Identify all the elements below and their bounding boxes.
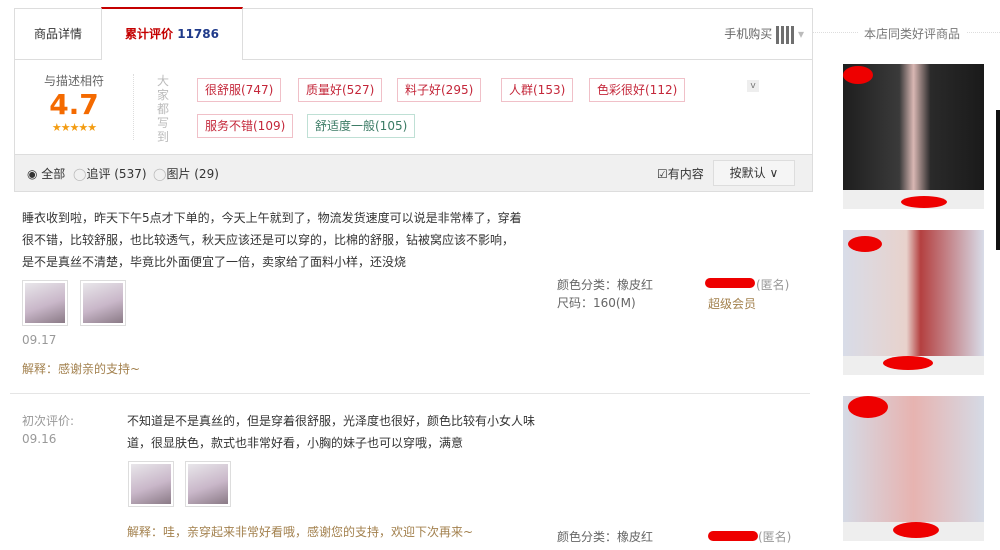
redacted-username <box>705 278 755 288</box>
sort-select[interactable]: 按默认 ∨ <box>713 160 795 186</box>
star-rating: ★★★★★ <box>51 121 97 134</box>
review-tag[interactable]: 舒适度一般(105) <box>307 114 416 138</box>
has-content-checkbox[interactable]: ☑有内容 <box>657 165 704 182</box>
sidebar-title: 本店同类好评商品 <box>858 25 967 42</box>
tab-reviews-label: 累计评价 <box>125 27 174 41</box>
score-box: 与描述相符 4.7 ★★★★★ <box>15 60 133 134</box>
everyone-says-label: 大家都写到 <box>157 74 170 144</box>
filter-pictures-label: 图片 (29) <box>166 167 219 181</box>
sku-color: 颜色分类：橡皮红 <box>557 530 654 544</box>
recommended-product[interactable] <box>843 396 984 541</box>
review-photo[interactable] <box>128 461 174 507</box>
review-tag[interactable]: 色彩很好(112) <box>589 78 686 102</box>
anonymous-label: (匿名) <box>756 278 790 292</box>
review-date: 09.17 <box>22 333 57 347</box>
divider <box>10 393 810 394</box>
filter-pictures[interactable]: ◯图片 (29) <box>153 165 219 182</box>
filter-append[interactable]: ◯追评 (537) <box>73 165 147 182</box>
sort-label: 按默认 <box>729 166 766 180</box>
mobile-buy[interactable]: 手机购买 ▾ <box>724 9 804 59</box>
seller-reply: 解释：感谢亲的支持~ <box>22 362 141 376</box>
chevron-down-icon: ▾ <box>797 27 804 41</box>
rating-panel: 与描述相符 4.7 ★★★★★ 大家都写到 很舒服(747) 质量好(527) … <box>14 60 813 155</box>
review-count: 11786 <box>177 27 219 41</box>
review-text: 不知道是不是真丝的，但是穿着很舒服，光泽度也很好，颜色比较有小女人味道，很显肤色… <box>127 414 536 450</box>
review-tag[interactable]: 质量好(527) <box>298 78 383 102</box>
scrollbar[interactable] <box>996 110 1000 250</box>
qr-code-icon <box>776 25 795 44</box>
recommended-product[interactable] <box>843 64 984 209</box>
chevron-down-icon: ∨ <box>769 166 779 180</box>
redacted-username <box>708 531 758 541</box>
tab-reviews[interactable]: 累计评价 11786 <box>101 7 243 60</box>
recommended-product[interactable] <box>843 230 984 375</box>
sku-size: 尺码：160(M) <box>557 296 636 310</box>
expand-tags-icon[interactable]: v <box>747 80 759 92</box>
first-review-label: 初次评价: <box>22 414 75 428</box>
review-tag[interactable]: 人群(153) <box>501 78 574 102</box>
review-tag[interactable]: 服务不错(109) <box>197 114 294 138</box>
tab-bar: 商品详情 累计评价 11786 手机购买 ▾ <box>14 7 813 60</box>
review-photo[interactable] <box>80 280 126 326</box>
review-tag[interactable]: 料子好(295) <box>397 78 482 102</box>
score-label: 与描述相符 <box>43 74 104 88</box>
filter-append-label: 追评 (537) <box>86 167 147 181</box>
seller-reply: 解释：哇，亲穿起来非常好看哦，感谢您的支持，欢迎下次再来~ <box>127 525 474 539</box>
has-content-label: 有内容 <box>667 167 704 181</box>
filter-all-label: 全部 <box>41 167 66 181</box>
review-tag[interactable]: 很舒服(747) <box>197 78 282 102</box>
mobile-buy-label: 手机购买 <box>724 27 773 41</box>
review-photo[interactable] <box>185 461 231 507</box>
score-value: 4.7 <box>49 88 99 121</box>
filter-all[interactable]: ◉ 全部 <box>27 165 65 182</box>
review-date: 09.16 <box>22 432 57 446</box>
anonymous-label: (匿名) <box>758 530 792 544</box>
review-text: 睡衣收到啦，昨天下午5点才下单的，今天上午就到了，物流发货速度可以说是非常棒了，… <box>22 211 522 269</box>
tab-product-details[interactable]: 商品详情 <box>15 9 101 59</box>
review-photo[interactable] <box>22 280 68 326</box>
filter-bar: ◉ 全部 ◯追评 (537) ◯图片 (29) ☑有内容 按默认 ∨ <box>14 154 813 192</box>
member-level: 超级会员 <box>708 297 757 311</box>
sku-color: 颜色分类：橡皮红 <box>557 278 654 292</box>
